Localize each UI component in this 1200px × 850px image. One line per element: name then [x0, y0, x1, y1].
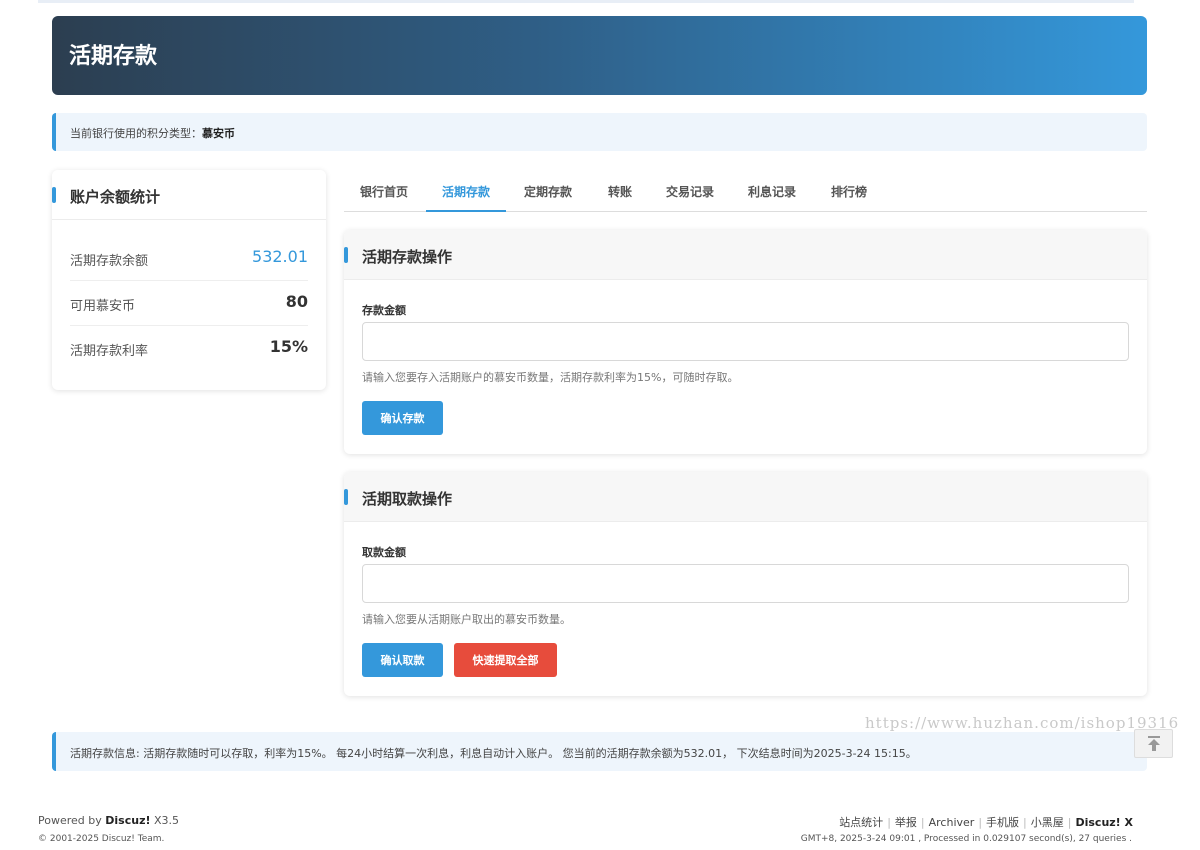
- confirm-withdraw-button[interactable]: 确认取款: [362, 643, 443, 677]
- stat-label: 可用慕安币: [70, 299, 136, 314]
- stat-row-available-coins: 可用慕安币 80: [70, 281, 308, 326]
- deposit-amount-input[interactable]: [362, 322, 1129, 361]
- balance-stats-title: 账户余额统计: [52, 170, 326, 220]
- powered-by: Powered by Discuz! X3.5: [38, 814, 179, 827]
- currency-notice: 当前银行使用的积分类型：慕安币: [52, 113, 1147, 151]
- page-title: 活期存款: [69, 44, 158, 69]
- withdraw-amount-label: 取款金额: [362, 546, 406, 559]
- footer-link-blackroom[interactable]: 小黑屋: [1031, 816, 1064, 829]
- stat-row-interest-rate: 活期存款利率 15%: [70, 326, 308, 371]
- footer-link-stats[interactable]: 站点统计: [839, 816, 883, 829]
- footer-link-report[interactable]: 举报: [895, 816, 917, 829]
- powered-brand-link[interactable]: Discuz!: [105, 814, 150, 827]
- stat-value: 15%: [269, 337, 308, 356]
- currency-notice-label: 当前银行使用的积分类型：: [70, 127, 202, 140]
- copyright: © 2001-2025 Discuz! Team.: [38, 834, 165, 844]
- deposit-card: 活期存款操作 存款金额 请输入您要存入活期账户的慕安币数量，活期存款利率为15%…: [344, 230, 1147, 454]
- deposit-card-title: 活期存款操作: [344, 230, 1147, 280]
- stat-value: 80: [285, 292, 308, 311]
- tab-transactions[interactable]: 交易记录: [650, 172, 730, 212]
- powered-version: X3.5: [150, 814, 180, 827]
- stat-row-current-balance: 活期存款余额 532.01: [70, 236, 308, 281]
- tab-transfer[interactable]: 转账: [590, 172, 650, 212]
- withdraw-all-button[interactable]: 快速提取全部: [454, 643, 557, 677]
- footer-gmt: GMT+8, 2025-3-24 09:01 , Processed in 0.…: [800, 834, 1132, 844]
- footer-link-archiver[interactable]: Archiver: [929, 816, 975, 829]
- back-to-top-button[interactable]: [1134, 729, 1173, 758]
- deposit-hint: 请输入您要存入活期账户的慕安币数量，活期存款利率为15%，可随时存取。: [362, 371, 739, 384]
- tab-leaderboard[interactable]: 排行榜: [814, 172, 884, 212]
- stat-label: 活期存款利率: [70, 344, 149, 359]
- bank-tabs: 银行首页 活期存款 定期存款 转账 交易记录 利息记录 排行榜: [344, 172, 1147, 212]
- watermark: https://www.huzhan.com/ishop19316: [865, 714, 1180, 732]
- currency-name: 慕安币: [202, 127, 235, 140]
- deposit-amount-label: 存款金额: [362, 304, 406, 317]
- deposit-info-notice: 活期存款信息: 活期存款随时可以存取，利率为15%。 每24小时结算一次利息，利…: [52, 732, 1147, 771]
- withdraw-card-title: 活期取款操作: [344, 472, 1147, 522]
- withdraw-hint: 请输入您要从活期账户取出的慕安币数量。: [362, 613, 571, 626]
- arrow-up-icon: [1148, 736, 1160, 751]
- tab-bank-home[interactable]: 银行首页: [344, 172, 424, 212]
- tab-fixed-deposit[interactable]: 定期存款: [508, 172, 588, 212]
- footer-link-mobile[interactable]: 手机版: [986, 816, 1019, 829]
- stat-label: 活期存款余额: [70, 254, 149, 269]
- top-strip: [38, 0, 1134, 3]
- confirm-deposit-button[interactable]: 确认存款: [362, 401, 443, 435]
- deposit-info-text: 活期存款信息: 活期存款随时可以存取，利率为15%。 每24小时结算一次利息，利…: [70, 747, 917, 760]
- tab-current-deposit[interactable]: 活期存款: [426, 172, 506, 212]
- footer-brand-link[interactable]: Discuz! X: [1075, 816, 1133, 829]
- balance-stats-card: 账户余额统计 活期存款余额 532.01 可用慕安币 80 活期存款利率 15%: [52, 170, 326, 390]
- withdraw-card: 活期取款操作 取款金额 请输入您要从活期账户取出的慕安币数量。 确认取款 快速提…: [344, 472, 1147, 696]
- page-banner: 活期存款: [52, 16, 1147, 95]
- tab-interest-records[interactable]: 利息记录: [732, 172, 812, 212]
- footer-links: 站点统计 | 举报 | Archiver | 手机版 | 小黑屋 | Discuz! X: [839, 816, 1133, 829]
- powered-prefix: Powered by: [38, 814, 106, 827]
- withdraw-amount-input[interactable]: [362, 564, 1129, 603]
- stat-value: 532.01: [252, 247, 308, 266]
